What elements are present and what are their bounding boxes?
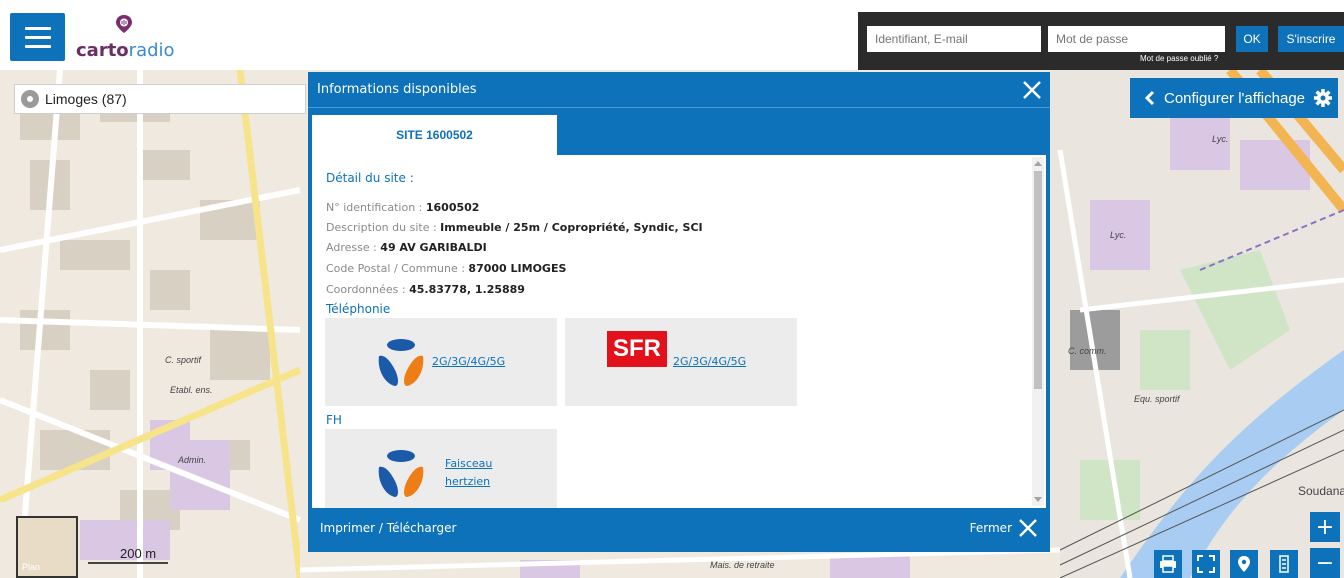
fh-link-line2[interactable]: hertzien (445, 475, 490, 488)
location-pin-icon (1238, 556, 1250, 572)
tab-site[interactable]: SITE 1600502 (312, 115, 557, 155)
login-password-input[interactable] (1048, 26, 1225, 52)
detail-row-id: N° identification : 1600502 (326, 201, 480, 214)
basemap-switcher[interactable]: Plan (16, 516, 78, 578)
detail-row-address: Adresse : 49 AV GARIBALDI (326, 241, 487, 254)
map-label-admin: Admin. (178, 455, 207, 465)
fullscreen-button[interactable] (1192, 550, 1220, 578)
info-modal: Informations disponibles SITE 1600502 Dé… (308, 72, 1050, 552)
login-id-input[interactable] (867, 26, 1041, 52)
login-ok-button[interactable]: OK (1236, 26, 1268, 52)
logo-pin-icon (116, 15, 132, 33)
operator-card-sfr[interactable]: SFR 2G/3G/4G/5G (565, 318, 797, 406)
operator-card-bouygues[interactable]: 2G/3G/4G/5G (325, 318, 557, 406)
sfr-logo: SFR (607, 331, 667, 367)
location-pin-icon (21, 90, 39, 108)
modal-tabs: SITE 1600502 (312, 109, 1046, 155)
close-label: Fermer (969, 521, 1012, 535)
print-map-button[interactable] (1154, 550, 1182, 578)
sfr-link[interactable]: 2G/3G/4G/5G (673, 355, 746, 368)
map-label-comm: C. comm. (1068, 346, 1107, 356)
fh-card-bouygues[interactable]: Faisceau hertzien (325, 429, 557, 508)
map-label-retraite: Mais. de retraite (710, 560, 775, 570)
print-download-button[interactable]: Imprimer / Télécharger (320, 521, 456, 535)
bouygues-logo-icon (378, 339, 424, 386)
scroll-down-icon[interactable] (1034, 497, 1042, 502)
city-label: Limoges (87) (45, 91, 127, 107)
bouygues-logo-icon (378, 450, 424, 497)
site-detail-title: Détail du site : (326, 171, 414, 185)
basemap-label: Plan (22, 562, 41, 572)
configure-display-button[interactable]: Configurer l'affichage (1130, 78, 1338, 118)
menu-button[interactable] (10, 13, 65, 61)
login-bar: OK S'inscrire Mot de passe oublié ? (858, 12, 1344, 70)
menu-bar-icon (24, 35, 51, 39)
chevron-left-icon (1144, 90, 1155, 106)
map-label-soudan: Soudana (1298, 484, 1344, 498)
modal-title: Informations disponibles (317, 82, 477, 97)
forgot-password-link[interactable]: Mot de passe oublié ? (1140, 54, 1218, 63)
map-label-sport: C. sportif (165, 355, 202, 365)
legend-button[interactable] (1270, 550, 1298, 578)
detail-row-description: Description du site : Immeuble / 25m / C… (326, 221, 703, 234)
map-label-lyc-2: Lyc. (1110, 230, 1127, 240)
fh-title: FH (326, 413, 342, 427)
fh-link-line1[interactable]: Faisceau (445, 457, 492, 470)
city-search-chip[interactable]: Limoges (87) (14, 84, 306, 114)
modal-body[interactable]: Détail du site : N° identification : 160… (312, 155, 1046, 508)
legend-icon (1279, 555, 1289, 573)
close-icon[interactable] (1020, 78, 1044, 102)
fullscreen-icon (1197, 555, 1215, 573)
top-header: cartoradio OK S'inscrire Mot de passe ou… (0, 0, 1344, 70)
close-button[interactable]: Fermer (970, 516, 1040, 540)
bouygues-link[interactable]: 2G/3G/4G/5G (432, 355, 505, 368)
configure-display-label: Configurer l'affichage (1164, 89, 1306, 107)
modal-footer: Imprimer / Télécharger Fermer (308, 508, 1050, 552)
detail-row-postal: Code Postal / Commune : 87000 LIMOGES (326, 262, 567, 275)
map-label-equ: Equ. sportif (1134, 394, 1180, 404)
map-label-etabl: Etabl. ens. (170, 385, 213, 395)
zoom-in-button[interactable]: + (1310, 512, 1340, 542)
menu-bar-icon (24, 44, 51, 48)
close-icon (1019, 519, 1037, 537)
modal-header: Informations disponibles (308, 72, 1050, 108)
map-scale: 200 m (88, 546, 168, 564)
telephony-title: Téléphonie (326, 302, 391, 316)
modal-scrollbar[interactable] (1032, 157, 1044, 506)
menu-bar-icon (24, 26, 51, 30)
gear-icon (1314, 89, 1333, 107)
map-label-lyc: Lyc. (1212, 134, 1229, 144)
printer-icon (1160, 555, 1176, 573)
scroll-up-icon[interactable] (1034, 161, 1042, 166)
locate-button[interactable] (1230, 550, 1258, 578)
cartoradio-logo[interactable]: cartoradio (76, 14, 176, 62)
scroll-thumb[interactable] (1034, 171, 1042, 389)
detail-row-coordinates: Coordonnées : 45.83778, 1.25889 (326, 283, 525, 296)
logo-text: cartoradio (76, 40, 175, 61)
register-button[interactable]: S'inscrire (1278, 26, 1344, 52)
zoom-out-button[interactable]: − (1310, 548, 1340, 578)
